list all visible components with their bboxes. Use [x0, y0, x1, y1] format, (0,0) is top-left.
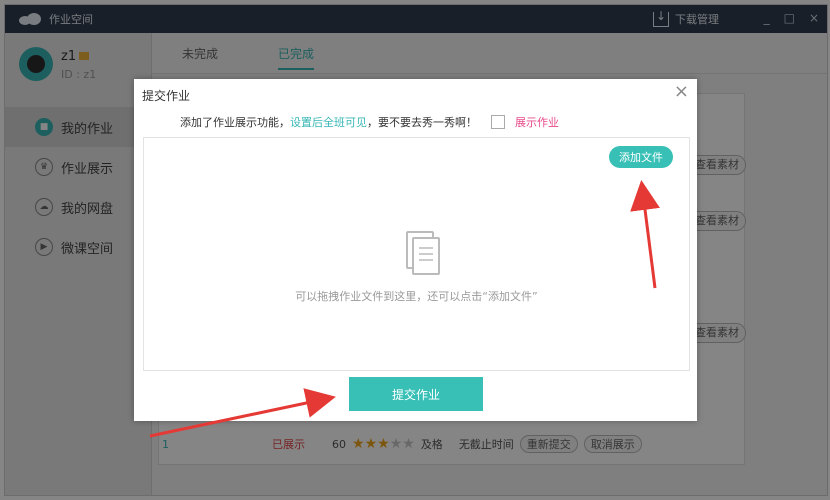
notice-suffix: ，要不要去秀一秀啊！ — [367, 116, 477, 129]
submit-homework-dialog: 提交作业 × 添加了作业展示功能， 设置后全班可见 ，要不要去秀一秀啊！ 展示作… — [134, 79, 697, 421]
showcase-notice: 添加了作业展示功能， 设置后全班可见 ，要不要去秀一秀啊！ 展示作业 — [180, 114, 559, 130]
notice-prefix: 添加了作业展示功能， — [180, 116, 290, 129]
drop-hint: 可以拖拽作业文件到这里，还可以点击“添加文件” — [295, 290, 538, 303]
file-drop-zone[interactable]: 添加文件 可以拖拽作业文件到这里，还可以点击“添加文件” — [143, 137, 690, 371]
document-icon — [406, 231, 440, 275]
document-front-icon — [412, 237, 440, 275]
doc-line — [419, 247, 433, 249]
dialog-title: 提交作业 — [142, 89, 191, 103]
doc-line — [419, 253, 433, 255]
show-homework-label[interactable]: 展示作业 — [515, 114, 559, 130]
notice-link[interactable]: 设置后全班可见 — [290, 114, 367, 130]
show-homework-checkbox[interactable] — [491, 115, 505, 129]
submit-homework-button[interactable]: 提交作业 — [349, 377, 483, 411]
add-file-button[interactable]: 添加文件 — [609, 146, 673, 168]
doc-line — [419, 259, 433, 261]
close-dialog-button[interactable]: × — [674, 81, 689, 102]
